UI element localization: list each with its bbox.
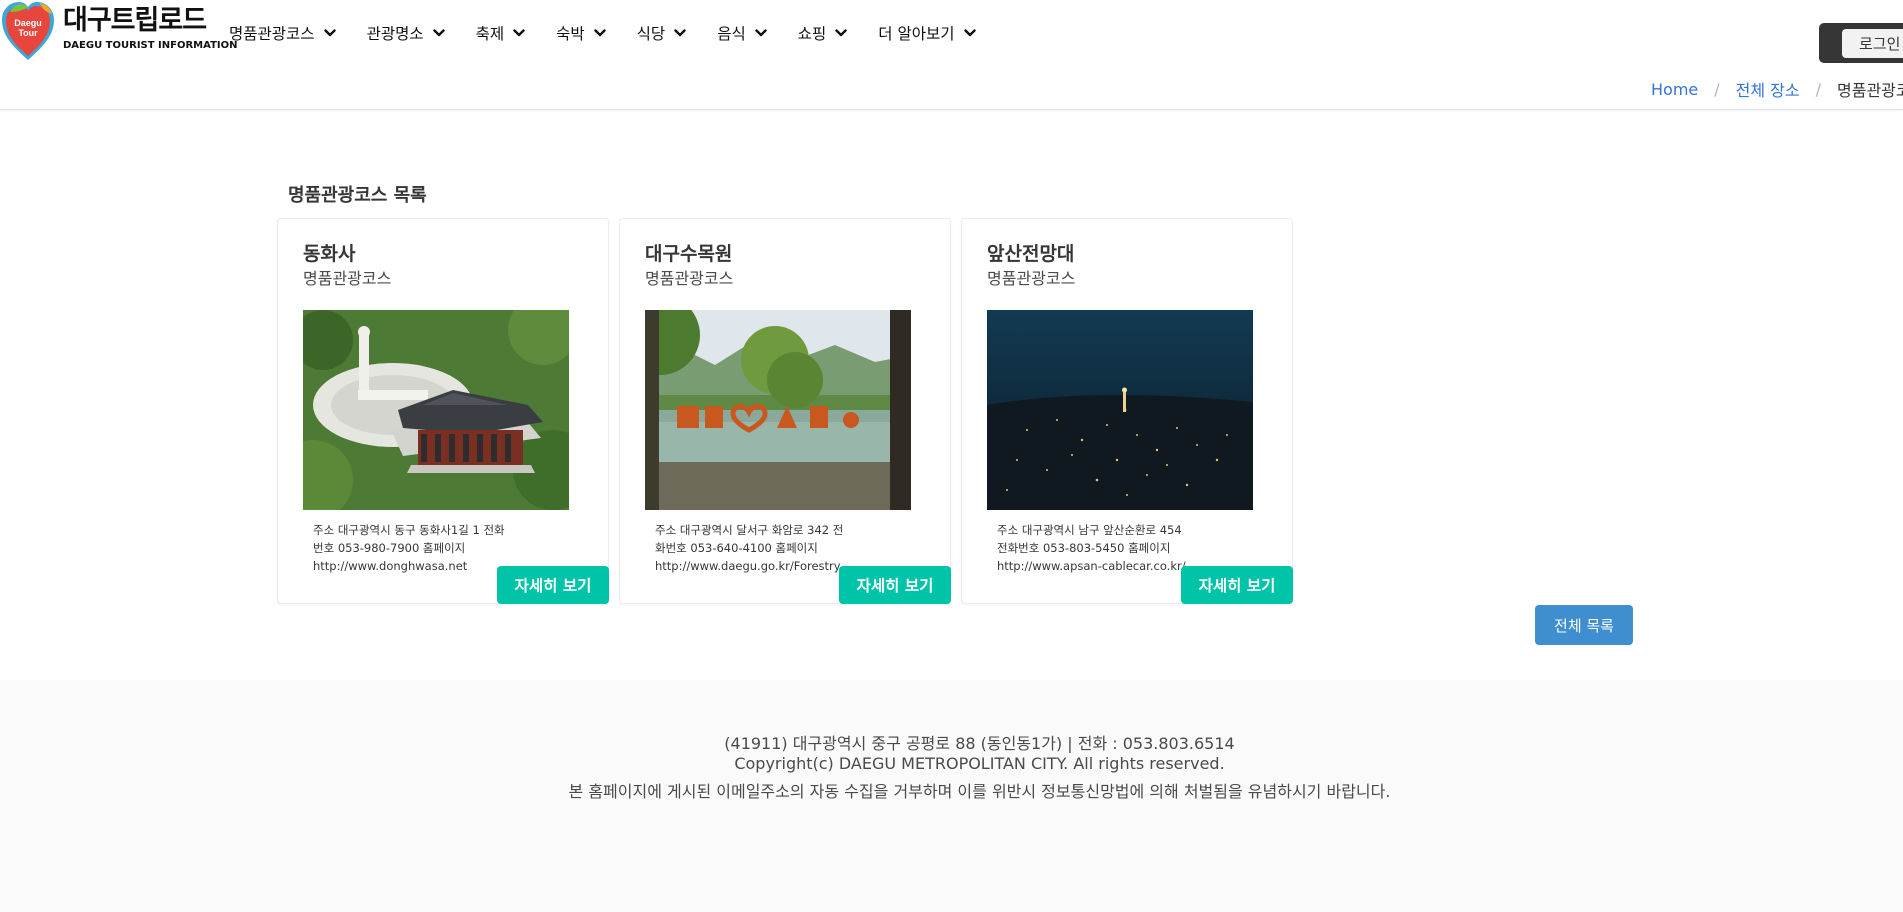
place-card: 앞산전망대 명품관광코스 주소 대구광역시 남구 앞산순환로 454 전화번호 …: [961, 218, 1293, 604]
logo-badge-line1: Daegu: [14, 18, 42, 28]
nav-item-festivals[interactable]: 축제: [476, 20, 526, 46]
footer-address: (41911) 대구광역시 중구 공평로 88 (동인동1가) | 전화 : 0…: [724, 734, 1235, 753]
breadcrumb-home[interactable]: Home: [1651, 80, 1698, 99]
site-footer: (41911) 대구광역시 중구 공평로 88 (동인동1가) | 전화 : 0…: [0, 680, 1903, 912]
breadcrumb-all-places[interactable]: 전체 장소: [1736, 77, 1800, 101]
logo-badge-line2: Tour: [18, 28, 38, 38]
card-phone: 전화번호 053-803-5450 홈페이지: [997, 541, 1171, 555]
breadcrumb-separator: /: [1815, 79, 1821, 99]
chevron-down-icon: [963, 29, 976, 37]
nav-item-attractions[interactable]: 관광명소: [367, 20, 445, 46]
chevron-down-icon: [432, 29, 445, 37]
login-button[interactable]: 로그인: [1842, 29, 1903, 58]
card-image-temple[interactable]: [303, 310, 569, 510]
nav-item-food[interactable]: 음식: [717, 20, 767, 46]
nav-item-label: 음식: [717, 25, 746, 43]
detail-button[interactable]: 자세히 보기: [497, 566, 609, 604]
card-category: 명품관광코스: [303, 269, 392, 288]
logo-text: 대구트립로드 DAEGU TOURIST INFORMATION: [63, 4, 238, 52]
nav-item-label: 관광명소: [366, 25, 424, 43]
heart-logo-icon: Daegu Tour: [2, 2, 54, 60]
nav-item-label: 식당: [636, 25, 666, 43]
chevron-down-icon: [513, 29, 525, 37]
card-address: 주소 대구광역시 달서구 화암로 342 전: [655, 523, 844, 537]
card-phone: 화번호 053-640-4100 홈페이지: [655, 541, 818, 555]
chevron-down-icon: [755, 29, 767, 37]
card-phone: 번호 053-980-7900 홈페이지: [313, 541, 466, 555]
place-card: 동화사 명품관광코스 주소 대구광역시 동구 동화사1길 1 전화 번호 053…: [277, 218, 609, 604]
nav-item-label: 더 알아보기: [878, 25, 955, 43]
breadcrumb: Home / 전체 장소 / 명품관광코스: [1651, 77, 1903, 101]
nav-item-label: 숙박: [556, 25, 585, 43]
chevron-down-icon: [593, 29, 606, 37]
view-all-button[interactable]: 전체 목록: [1535, 605, 1633, 645]
nav-item-premium-course[interactable]: 명품관광코스: [229, 20, 336, 46]
place-card: 대구수목원 명품관광코스 주소 대구광역시 달서구 화암로 342 전 화번호 …: [619, 218, 951, 604]
card-title: 동화사: [303, 243, 356, 265]
card-address: 주소 대구광역시 동구 동화사1길 1 전화: [313, 523, 505, 537]
card-title: 앞산전망대: [987, 243, 1075, 265]
detail-button[interactable]: 자세히 보기: [839, 566, 951, 604]
footer-notice: 본 홈페이지에 게시된 이메일주소의 자동 수집을 거부하며 이를 위반시 정보…: [568, 782, 1391, 801]
site-header: Daegu Tour 대구트립로드 DAEGU TOURIST INFORMAT…: [0, 0, 1903, 110]
footer-copyright: Copyright(c) DAEGU METROPOLITAN CITY. Al…: [734, 754, 1225, 773]
card-address: 주소 대구광역시 남구 앞산순환로 454: [997, 523, 1182, 537]
nav-item-label: 쇼핑: [797, 25, 827, 43]
card-image-arboretum[interactable]: [645, 310, 911, 510]
main-nav: 명품관광코스 관광명소 축제 숙박 식당 음식 쇼핑 더 알아보기: [229, 20, 1007, 46]
chevron-down-icon: [674, 29, 686, 37]
nav-item-label: 축제: [475, 25, 505, 43]
nav-item-restaurants[interactable]: 식당: [637, 20, 687, 46]
site-title: 대구트립로드: [63, 5, 207, 36]
nav-item-label: 명품관광코스: [229, 25, 315, 43]
breadcrumb-separator: /: [1714, 79, 1720, 99]
breadcrumb-current: 명품관광코스: [1837, 81, 1903, 100]
nav-item-shopping[interactable]: 쇼핑: [798, 20, 848, 46]
section-title: 명품관광코스 목록: [288, 185, 427, 206]
detail-button[interactable]: 자세히 보기: [1181, 566, 1293, 604]
card-image-night-view[interactable]: [987, 310, 1253, 510]
nav-item-lodging[interactable]: 숙박: [556, 20, 606, 46]
site-subtitle: DAEGU TOURIST INFORMATION: [63, 40, 238, 51]
card-title: 대구수목원: [645, 243, 733, 265]
card-category: 명품관광코스: [987, 269, 1076, 288]
chevron-down-icon: [323, 29, 336, 37]
chevron-down-icon: [835, 29, 847, 37]
nav-item-more[interactable]: 더 알아보기: [878, 20, 976, 46]
card-category: 명품관광코스: [645, 269, 734, 288]
